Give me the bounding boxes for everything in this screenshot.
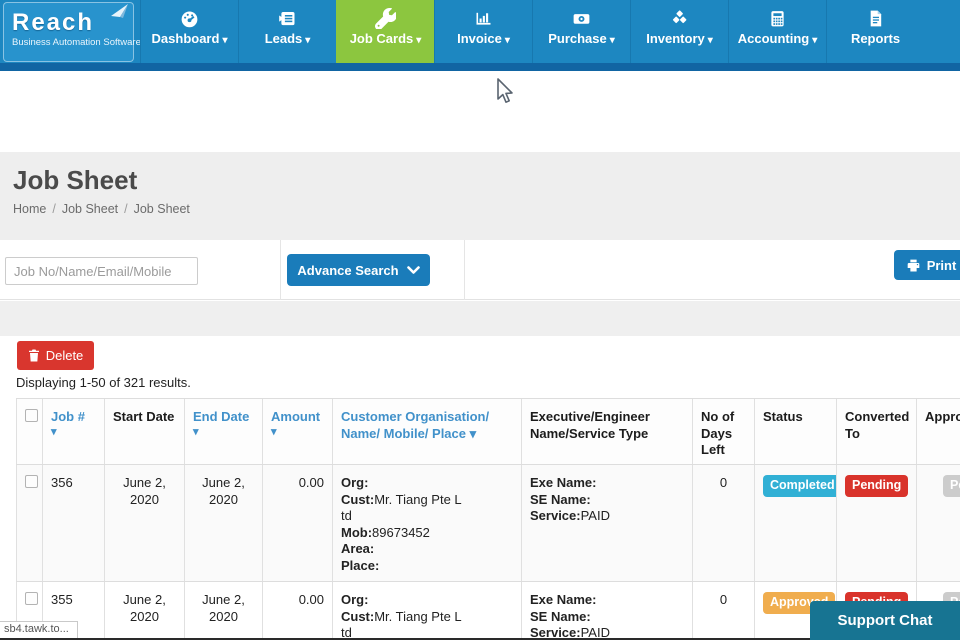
column-header-approval: Approv	[917, 399, 960, 464]
cell-approval: Pe	[917, 465, 960, 581]
cell-start-date: June 2, 2020	[105, 465, 185, 581]
cell-amount: 0.00	[263, 582, 333, 640]
nav-item-dashboard[interactable]: Dashboard ▾	[140, 0, 238, 63]
page-title: Job Sheet	[13, 165, 138, 195]
table-row: 356 June 2, 2020 June 2, 2020 0.00 Org: …	[16, 465, 960, 582]
support-chat-button[interactable]: Support Chat	[810, 601, 960, 640]
brand-tagline: Business Automation Software	[12, 37, 141, 48]
job-sheet-screen: Reach Business Automation Software Dashb…	[0, 0, 960, 640]
job-sheet-content: Delete Displaying 1-50 of 321 results. J…	[0, 336, 960, 640]
delete-button[interactable]: Delete	[17, 341, 94, 370]
printer-icon	[907, 259, 919, 271]
brand-name: Reach	[12, 9, 95, 36]
select-all-checkbox[interactable]	[25, 409, 38, 422]
column-header-job-number[interactable]: Job # ▾	[43, 399, 105, 464]
list-icon	[239, 0, 336, 30]
section-gap	[0, 301, 960, 336]
welcome-strip: Welcome FIRE WORX AUTO BODY (PTY)LTD	[0, 71, 960, 172]
nav-item-inventory[interactable]: Inventory ▾	[630, 0, 728, 63]
top-nav: Reach Business Automation Software Dashb…	[0, 0, 960, 71]
column-header-start-date: Start Date	[105, 399, 185, 464]
column-header-executive: Executive/Engineer Name/Service Type	[522, 399, 693, 464]
nav-item-job-cards[interactable]: Job Cards ▾	[336, 0, 434, 63]
file-icon	[827, 0, 924, 30]
caret-down-icon: ▾	[609, 35, 615, 46]
caret-down-icon: ▾	[812, 35, 818, 46]
dashboard-gauge-icon	[141, 0, 238, 30]
cell-executive: Exe Name: SE Name: Service:PAID	[522, 465, 693, 581]
column-header-customer[interactable]: Customer Organisation/ Name/ Mobile/ Pla…	[333, 399, 522, 464]
breadcrumb-job-sheet[interactable]: Job Sheet	[62, 202, 118, 216]
approval-badge: Pe	[943, 475, 960, 497]
sort-caret-icon: ▾	[469, 425, 477, 441]
cell-executive: Exe Name: SE Name: Service:PAID	[522, 582, 693, 640]
nav-item-purchase[interactable]: Purchase ▾	[532, 0, 630, 63]
page-header: Job Sheet Home / Job Sheet / Job Sheet	[0, 152, 960, 240]
wrench-icon	[337, 0, 434, 30]
caret-down-icon: ▾	[416, 35, 422, 46]
column-header-converted-to: Converted To	[837, 399, 917, 464]
status-badge: Completed	[763, 475, 836, 497]
nav-item-invoice[interactable]: Invoice ▾	[434, 0, 532, 63]
search-panel: Advance Search Print	[0, 240, 960, 300]
row-checkbox[interactable]	[25, 475, 38, 488]
column-header-end-date[interactable]: End Date ▾	[185, 399, 263, 464]
nav-item-accounting[interactable]: Accounting ▾	[728, 0, 826, 63]
sort-caret-icon: ▾	[51, 425, 57, 438]
panel-divider	[280, 240, 281, 300]
breadcrumb: Home / Job Sheet / Job Sheet	[13, 202, 190, 216]
cell-start-date: June 2, 2020	[105, 582, 185, 640]
advance-search-button[interactable]: Advance Search	[287, 254, 430, 286]
bar-chart-icon	[435, 0, 532, 30]
caret-down-icon: ▾	[222, 35, 228, 46]
panel-divider	[464, 240, 465, 300]
breadcrumb-separator: /	[124, 202, 128, 216]
cell-days-left: 0	[693, 465, 755, 581]
mouse-cursor	[497, 78, 513, 103]
cubes-icon	[631, 0, 728, 30]
converted-badge: Pending	[845, 475, 909, 497]
breadcrumb-current: Job Sheet	[133, 202, 190, 216]
cell-customer: Org: Cust:Mr. Tiang Pte L td Mob:8967345…	[333, 582, 522, 640]
breadcrumb-home[interactable]: Home	[13, 202, 46, 216]
money-icon	[533, 0, 630, 30]
cell-end-date: June 2, 2020	[185, 465, 263, 581]
cell-status: Completed	[755, 465, 837, 581]
cell-job-number: 356	[43, 465, 105, 581]
sort-caret-icon: ▾	[271, 425, 277, 438]
caret-down-icon: ▾	[305, 35, 311, 46]
caret-down-icon: ▾	[707, 35, 713, 46]
column-header-status: Status	[755, 399, 837, 464]
results-summary: Displaying 1-50 of 321 results.	[16, 375, 191, 390]
trash-icon	[28, 349, 39, 362]
nav-bottom-band	[0, 63, 960, 71]
cell-days-left: 0	[693, 582, 755, 640]
chevron-down-icon	[406, 265, 420, 274]
cell-converted-to: Pending	[837, 465, 917, 581]
column-header-days-left: No of Days Left	[693, 399, 755, 464]
breadcrumb-separator: /	[52, 202, 56, 216]
reach-logo[interactable]: Reach Business Automation Software	[3, 2, 141, 62]
calculator-icon	[729, 0, 826, 30]
cell-amount: 0.00	[263, 465, 333, 581]
print-button[interactable]: Print	[894, 250, 960, 280]
search-input[interactable]	[5, 257, 198, 285]
nav-item-reports[interactable]: Reports	[826, 0, 924, 63]
caret-down-icon: ▾	[504, 35, 510, 46]
browser-link-preview: sb4.tawk.to...	[0, 621, 78, 638]
cell-customer: Org: Cust:Mr. Tiang Pte L td Mob:8967345…	[333, 465, 522, 581]
nav-item-leads[interactable]: Leads ▾	[238, 0, 336, 63]
column-header-amount[interactable]: Amount ▾	[263, 399, 333, 464]
paper-plane-icon	[111, 4, 128, 18]
table-header-row: Job # ▾ Start Date End Date ▾ Amount ▾ C…	[16, 398, 960, 465]
cell-end-date: June 2, 2020	[185, 582, 263, 640]
row-checkbox[interactable]	[25, 592, 38, 605]
sort-caret-icon: ▾	[193, 425, 199, 438]
